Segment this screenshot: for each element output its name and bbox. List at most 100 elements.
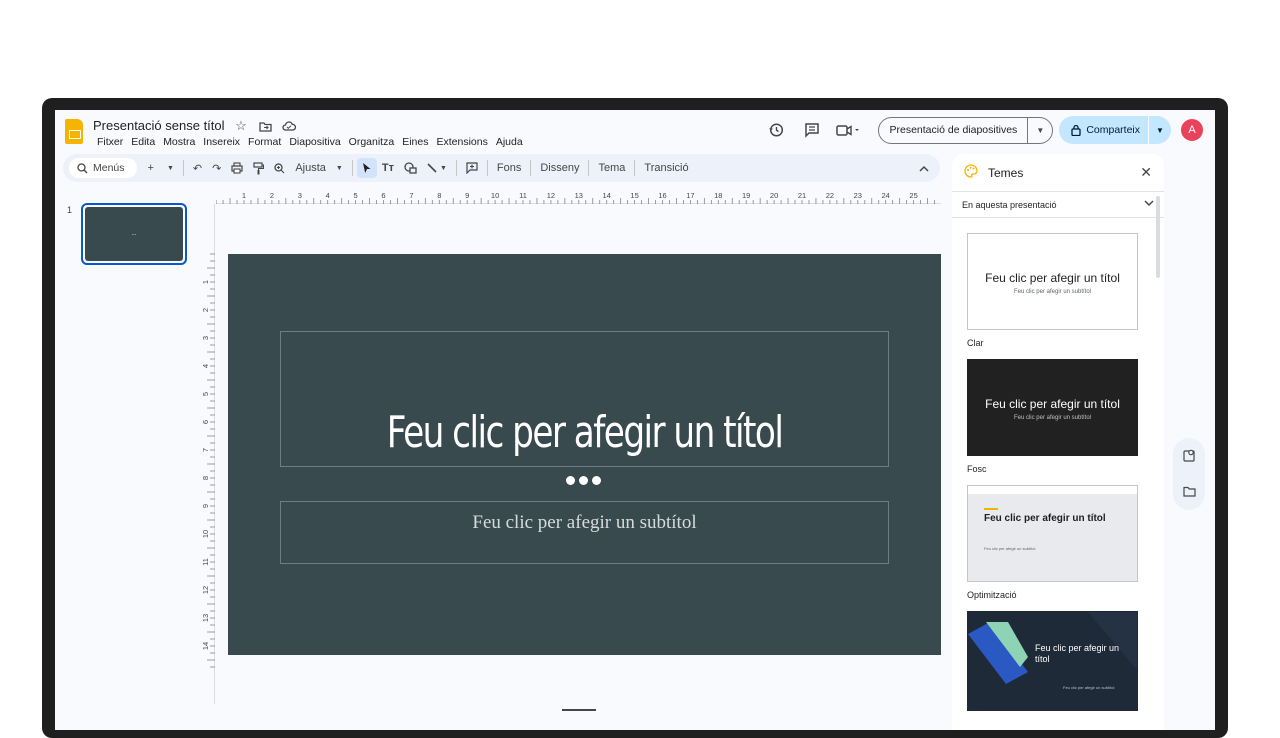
close-icon[interactable]: ✕ bbox=[1140, 164, 1152, 181]
star-icon[interactable]: ☆ bbox=[233, 118, 249, 134]
shape-icon[interactable] bbox=[399, 158, 422, 178]
notes-resize-handle[interactable] bbox=[562, 709, 596, 711]
line-tool-icon[interactable]: ▼ bbox=[422, 158, 452, 178]
zoom-icon[interactable] bbox=[269, 158, 290, 178]
theme-card-dark[interactable]: Feu clic per afegir un títol Feu clic pe… bbox=[967, 359, 1138, 456]
new-slide-dropdown-icon[interactable]: ▼ bbox=[159, 158, 179, 178]
new-slide-button[interactable]: + bbox=[143, 158, 159, 178]
theme-preview-accent bbox=[984, 508, 998, 510]
ruler-label: 17 bbox=[686, 191, 694, 200]
theme-card-focus[interactable]: Feu clic per afegir un títol Feu clic pe… bbox=[967, 611, 1138, 711]
vertical-ruler: 1234567891011121314 bbox=[201, 204, 215, 704]
share-dropdown-icon[interactable]: ▼ bbox=[1149, 126, 1171, 135]
menu-edit[interactable]: Edita bbox=[127, 135, 159, 149]
theme-button[interactable]: Tema bbox=[593, 158, 630, 178]
menu-help[interactable]: Ajuda bbox=[492, 135, 527, 149]
panel-scrollbar[interactable] bbox=[1156, 196, 1160, 278]
menus-label: Menús bbox=[93, 162, 125, 174]
share-main[interactable]: Comparteix bbox=[1059, 116, 1149, 144]
undo-icon[interactable]: ↶ bbox=[188, 158, 207, 178]
divider bbox=[486, 160, 488, 176]
avatar[interactable]: A bbox=[1181, 119, 1203, 141]
themes-source-select[interactable]: En aquesta presentació bbox=[952, 192, 1164, 218]
theme-preview-title: Feu clic per afegir un títol bbox=[985, 397, 1120, 411]
slideshow-button[interactable]: Presentació de diapositives ▼ bbox=[878, 116, 1054, 144]
menu-format[interactable]: Format bbox=[244, 135, 285, 149]
text-box-icon[interactable]: Tт bbox=[377, 158, 399, 178]
theme-preview-band bbox=[968, 486, 1137, 494]
ruler-label: 15 bbox=[630, 191, 638, 200]
background-button[interactable]: Fons bbox=[492, 158, 526, 178]
horizontal-ruler: 1 2 3 4 5 6 7 8 9 10 11 12 13 14 15 16 17 18 19 20 21 22 23 24 2… bbox=[215, 190, 941, 204]
comments-icon[interactable] bbox=[798, 116, 826, 144]
slides-logo[interactable] bbox=[65, 119, 83, 144]
divider bbox=[455, 160, 457, 176]
ruler-label: 7 bbox=[203, 448, 210, 452]
share-button[interactable]: Comparteix ▼ bbox=[1059, 116, 1171, 144]
ruler-label: 16 bbox=[658, 191, 666, 200]
divider bbox=[634, 160, 636, 176]
ruler-label: 24 bbox=[882, 191, 890, 200]
themes-panel-header: Temes ✕ bbox=[952, 154, 1164, 192]
divider bbox=[530, 160, 532, 176]
transition-button[interactable]: Transició bbox=[639, 158, 693, 178]
ruler-label: 2 bbox=[203, 308, 210, 312]
history-icon[interactable] bbox=[762, 116, 790, 144]
ruler-label: 9 bbox=[465, 191, 469, 200]
title-placeholder[interactable]: Feu clic per afegir un títol bbox=[280, 331, 889, 467]
slide-canvas[interactable]: Feu clic per afegir un títol Feu clic pe… bbox=[228, 254, 941, 655]
ruler-label: 8 bbox=[437, 191, 441, 200]
zoom-select[interactable]: Ajusta ▼ bbox=[290, 158, 348, 178]
theme-card-streamline[interactable]: Feu clic per afegir un títol Feu clic pe… bbox=[967, 485, 1138, 582]
share-label: Comparteix bbox=[1086, 124, 1140, 136]
slideshow-label[interactable]: Presentació de diapositives bbox=[879, 117, 1029, 143]
ruler-label: 5 bbox=[203, 392, 210, 396]
theme-preview-title: Feu clic per afegir un títol bbox=[985, 271, 1120, 285]
add-comment-icon[interactable] bbox=[461, 158, 483, 178]
ruler-label: 25 bbox=[909, 191, 917, 200]
menu-tools[interactable]: Eines bbox=[398, 135, 432, 149]
ruler-label: 13 bbox=[203, 614, 210, 622]
doc-title[interactable]: Presentació sense títol bbox=[93, 118, 225, 133]
paint-format-icon[interactable] bbox=[248, 158, 269, 178]
slideshow-dropdown-icon[interactable]: ▼ bbox=[1028, 126, 1052, 135]
select-tool-icon[interactable] bbox=[356, 158, 377, 178]
ruler-label: 4 bbox=[326, 191, 330, 200]
menu-file[interactable]: Fitxer bbox=[93, 135, 127, 149]
menu-arrange[interactable]: Organitza bbox=[345, 135, 399, 149]
slide-thumbnail[interactable]: ... bbox=[81, 203, 187, 265]
menu-slide[interactable]: Diapositiva bbox=[285, 135, 344, 149]
meet-icon[interactable] bbox=[834, 116, 862, 144]
subtitle-placeholder[interactable]: Feu clic per afegir un subtítol bbox=[280, 501, 889, 564]
palette-icon bbox=[964, 164, 978, 181]
menus-search[interactable]: Menús bbox=[69, 158, 137, 178]
themes-panel: Temes ✕ En aquesta presentació Feu clic … bbox=[952, 154, 1164, 730]
chevron-down-icon bbox=[1144, 199, 1154, 210]
ruler-label: 23 bbox=[854, 191, 862, 200]
folder-icon[interactable] bbox=[1182, 486, 1196, 500]
layout-button[interactable]: Disseny bbox=[535, 158, 584, 178]
themes-panel-title: Temes bbox=[988, 165, 1024, 180]
menu-bar: Fitxer Edita Mostra Insereix Format Diap… bbox=[93, 135, 527, 149]
menu-view[interactable]: Mostra bbox=[159, 135, 199, 149]
title-actions: ☆ bbox=[233, 118, 297, 134]
keep-addon-icon[interactable] bbox=[1182, 449, 1196, 465]
cloud-status-icon[interactable] bbox=[281, 118, 297, 134]
theme-preview-title: Feu clic per afegir un títol bbox=[1035, 643, 1120, 664]
decorative-dots bbox=[566, 476, 601, 485]
print-icon[interactable] bbox=[226, 158, 248, 178]
themes-source-label: En aquesta presentació bbox=[962, 199, 1057, 210]
ruler-label: 11 bbox=[519, 191, 527, 200]
move-folder-icon[interactable] bbox=[257, 118, 273, 134]
ruler-label: 13 bbox=[575, 191, 583, 200]
theme-preview-subtitle: Feu clic per afegir un subtítol bbox=[1063, 685, 1115, 690]
toolbar: Menús + ▼ ↶ ↷ Ajusta ▼ Tт ▼ Fons Disseny… bbox=[63, 154, 940, 182]
ruler-label: 12 bbox=[547, 191, 555, 200]
theme-card-light[interactable]: Feu clic per afegir un títol Feu clic pe… bbox=[967, 233, 1138, 330]
menu-insert[interactable]: Insereix bbox=[199, 135, 244, 149]
redo-icon[interactable]: ↷ bbox=[207, 158, 226, 178]
zoom-label: Ajusta bbox=[295, 162, 326, 174]
menu-extensions[interactable]: Extensions bbox=[432, 135, 491, 149]
collapse-toolbar-icon[interactable] bbox=[914, 158, 934, 178]
theme-label-dark: Fosc bbox=[967, 464, 987, 474]
